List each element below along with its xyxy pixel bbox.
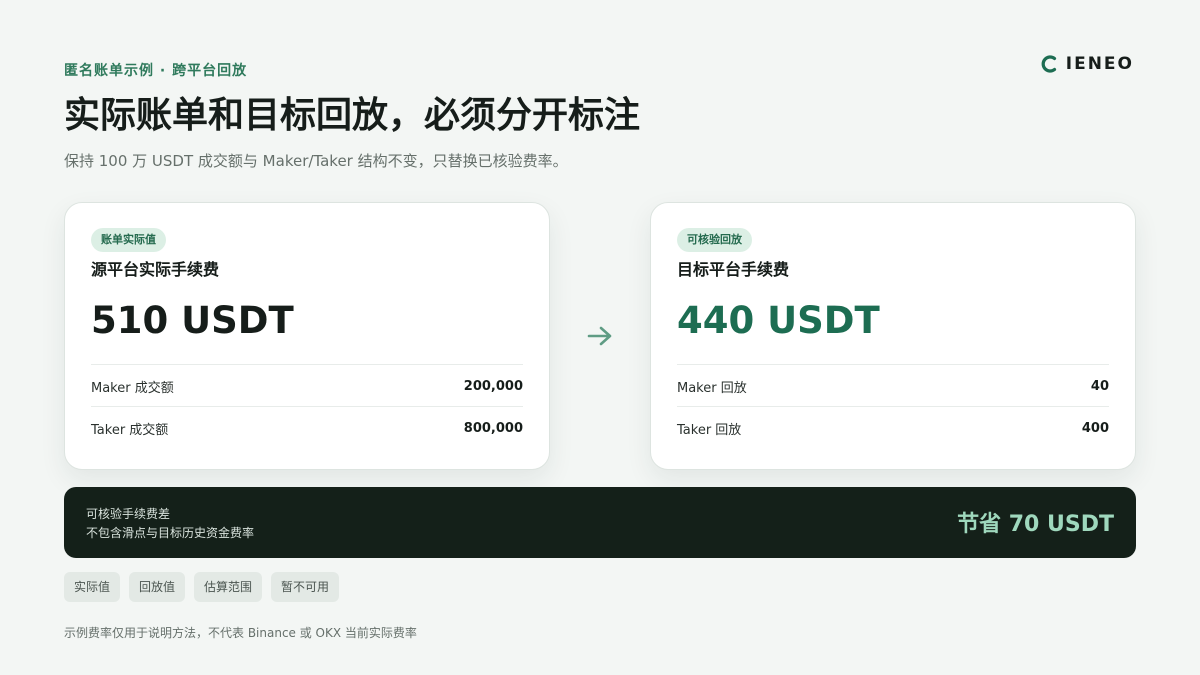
legend-chip-actual: 实际值	[64, 572, 121, 602]
target-tag: 可核验回放	[677, 228, 752, 252]
savings-amount: 节省 70 USDT	[957, 512, 1114, 537]
row-value: 40	[1090, 378, 1109, 394]
target-card-title: 目标平台手续费	[677, 260, 790, 279]
c-logo-icon	[1041, 55, 1056, 73]
savings-label: 可核验手续费差	[86, 507, 171, 521]
row-label: Maker 成交额	[91, 380, 174, 396]
source-card-title: 源平台实际手续费	[91, 260, 220, 279]
savings-note: 不包含滑点与目标历史资金费率	[86, 526, 255, 540]
legend-chip-unavailable: 暂不可用	[271, 572, 340, 602]
source-row-taker: Taker 成交额 800,000	[91, 406, 523, 449]
source-fee-amount: 510 USDT	[91, 299, 294, 342]
page-title: 实际账单和目标回放，必须分开标注	[64, 95, 641, 136]
target-row-taker: Taker 回放 400	[677, 406, 1109, 449]
source-fee-card: 账单实际值 源平台实际手续费 510 USDT Maker 成交额 200,00…	[64, 202, 550, 470]
target-row-maker: Maker 回放 40	[677, 364, 1109, 407]
brand-logo: IENEO	[1040, 54, 1134, 74]
page-subtitle: 保持 100 万 USDT 成交额与 Maker/Taker 结构不变，只替换已…	[64, 152, 568, 170]
target-fee-card: 可核验回放 目标平台手续费 440 USDT Maker 回放 40 Taker…	[650, 202, 1136, 470]
footnote: 示例费率仅用于说明方法，不代表 Binance 或 OKX 当前实际费率	[64, 626, 417, 640]
brand-name: IENEO	[1065, 54, 1134, 74]
row-value: 800,000	[463, 420, 523, 436]
value-legend: 实际值 回放值 估算范围 暂不可用	[64, 572, 340, 602]
source-tag: 账单实际值	[91, 228, 166, 252]
target-fee-amount: 440 USDT	[677, 299, 880, 342]
savings-panel: 可核验手续费差 不包含滑点与目标历史资金费率 节省 70 USDT	[64, 487, 1136, 558]
row-label: Taker 回放	[677, 422, 742, 438]
eyebrow-label: 匿名账单示例 · 跨平台回放	[64, 63, 248, 79]
source-row-maker: Maker 成交额 200,000	[91, 364, 523, 407]
legend-chip-estimate: 估算范围	[194, 572, 263, 602]
legend-chip-replay: 回放值	[129, 572, 186, 602]
row-value: 200,000	[463, 378, 523, 394]
row-label: Maker 回放	[677, 380, 747, 396]
row-value: 400	[1081, 420, 1109, 436]
row-label: Taker 成交额	[91, 422, 169, 438]
arrow-right-icon	[587, 326, 612, 346]
